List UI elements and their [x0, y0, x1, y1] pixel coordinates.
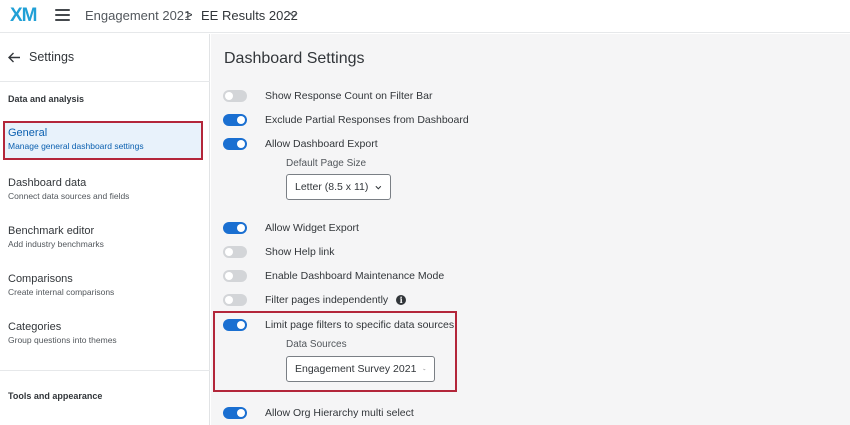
sidebar-item-desc: Group questions into themes: [8, 335, 117, 345]
chevron-down-icon: [423, 368, 426, 370]
select-value: Letter (8.5 x 11): [295, 181, 369, 193]
toggle-switch[interactable]: [223, 246, 247, 258]
arrow-left-icon: [8, 52, 20, 62]
setting-limit-page-filters: Limit page filters to specific data sour…: [223, 318, 454, 332]
breadcrumb-project[interactable]: Engagement 2021: [85, 8, 191, 23]
sidebar-item-categories[interactable]: Categories Group questions into themes: [3, 315, 203, 354]
toggle-switch[interactable]: [223, 138, 247, 150]
chevron-down-icon: [375, 185, 382, 189]
sidebar-item-title: Dashboard data: [8, 177, 87, 189]
xm-logo[interactable]: XM: [10, 5, 37, 27]
section-data-and-analysis: Data and analysis: [8, 94, 85, 104]
sidebar-item-title: Categories: [8, 321, 62, 333]
setting-allow-dashboard-export: Allow Dashboard Export: [223, 137, 378, 151]
setting-exclude-partial-responses: Exclude Partial Responses from Dashboard: [223, 113, 469, 127]
breadcrumb-current[interactable]: EE Results 2022: [201, 8, 298, 23]
divider: [0, 370, 210, 371]
select-value: Engagement Survey 2021: [295, 363, 417, 375]
setting-show-help-link: Show Help link: [223, 245, 334, 259]
setting-show-response-count: Show Response Count on Filter Bar: [223, 89, 433, 103]
sidebar-item-comparisons[interactable]: Comparisons Create internal comparisons: [3, 267, 203, 306]
sidebar-item-general[interactable]: General Manage general dashboard setting…: [3, 121, 203, 160]
sidebar-item-desc: Manage general dashboard settings: [8, 141, 144, 151]
setting-label: Enable Dashboard Maintenance Mode: [265, 270, 445, 282]
setting-label: Allow Dashboard Export: [265, 138, 378, 150]
setting-label: Allow Widget Export: [265, 222, 359, 234]
settings-sidebar: Settings Data and analysis General Manag…: [0, 34, 210, 425]
sidebar-item-desc: Connect data sources and fields: [8, 191, 130, 201]
setting-allow-widget-export: Allow Widget Export: [223, 221, 359, 235]
page-size-select[interactable]: Letter (8.5 x 11): [286, 174, 391, 200]
default-page-size-label: Default Page Size: [286, 158, 367, 169]
section-tools-and-appearance: Tools and appearance: [8, 391, 103, 401]
page-title: Dashboard Settings: [224, 50, 365, 67]
toggle-switch[interactable]: [223, 222, 247, 234]
back-to-settings-button[interactable]: Settings: [8, 49, 74, 65]
setting-label: Show Response Count on Filter Bar: [265, 90, 433, 102]
setting-label: Allow Org Hierarchy multi select: [265, 407, 414, 419]
sidebar-item-title: General: [8, 127, 48, 139]
divider: [0, 81, 210, 82]
toggle-switch[interactable]: [223, 319, 247, 331]
toggle-switch[interactable]: [223, 270, 247, 282]
info-icon[interactable]: i: [396, 295, 407, 305]
sidebar-item-desc: Add industry benchmarks: [8, 239, 104, 249]
data-sources-label: Data Sources: [286, 339, 347, 350]
top-bar: XM Engagement 2021 > EE Results 2022: [0, 0, 850, 33]
setting-label: Filter pages independently: [265, 294, 389, 306]
breadcrumb-separator: >: [185, 7, 193, 22]
setting-filter-pages-independently: Filter pages independently i: [223, 293, 407, 307]
hamburger-menu-icon[interactable]: [55, 9, 70, 22]
setting-label: Exclude Partial Responses from Dashboard: [265, 114, 469, 126]
setting-org-hierarchy-multi-select: Allow Org Hierarchy multi select: [223, 406, 414, 420]
sidebar-item-benchmark-editor[interactable]: Benchmark editor Add industry benchmarks: [3, 219, 203, 258]
toggle-switch[interactable]: [223, 114, 247, 126]
back-label: Settings: [29, 50, 75, 64]
chevron-down-icon[interactable]: [289, 12, 298, 18]
setting-maintenance-mode: Enable Dashboard Maintenance Mode: [223, 269, 444, 283]
toggle-switch[interactable]: [223, 90, 247, 102]
sidebar-item-desc: Create internal comparisons: [8, 287, 115, 297]
setting-label: Limit page filters to specific data sour…: [265, 319, 455, 331]
sidebar-item-title: Comparisons: [8, 273, 73, 285]
sidebar-item-title: Benchmark editor: [8, 225, 95, 237]
dashboard-settings-panel: Dashboard Settings Show Response Count o…: [211, 34, 850, 425]
sidebar-item-dashboard-data[interactable]: Dashboard data Connect data sources and …: [3, 171, 203, 210]
toggle-switch[interactable]: [223, 294, 247, 306]
data-sources-select[interactable]: Engagement Survey 2021: [286, 356, 435, 382]
toggle-switch[interactable]: [223, 407, 247, 419]
setting-label: Show Help link: [265, 246, 335, 258]
